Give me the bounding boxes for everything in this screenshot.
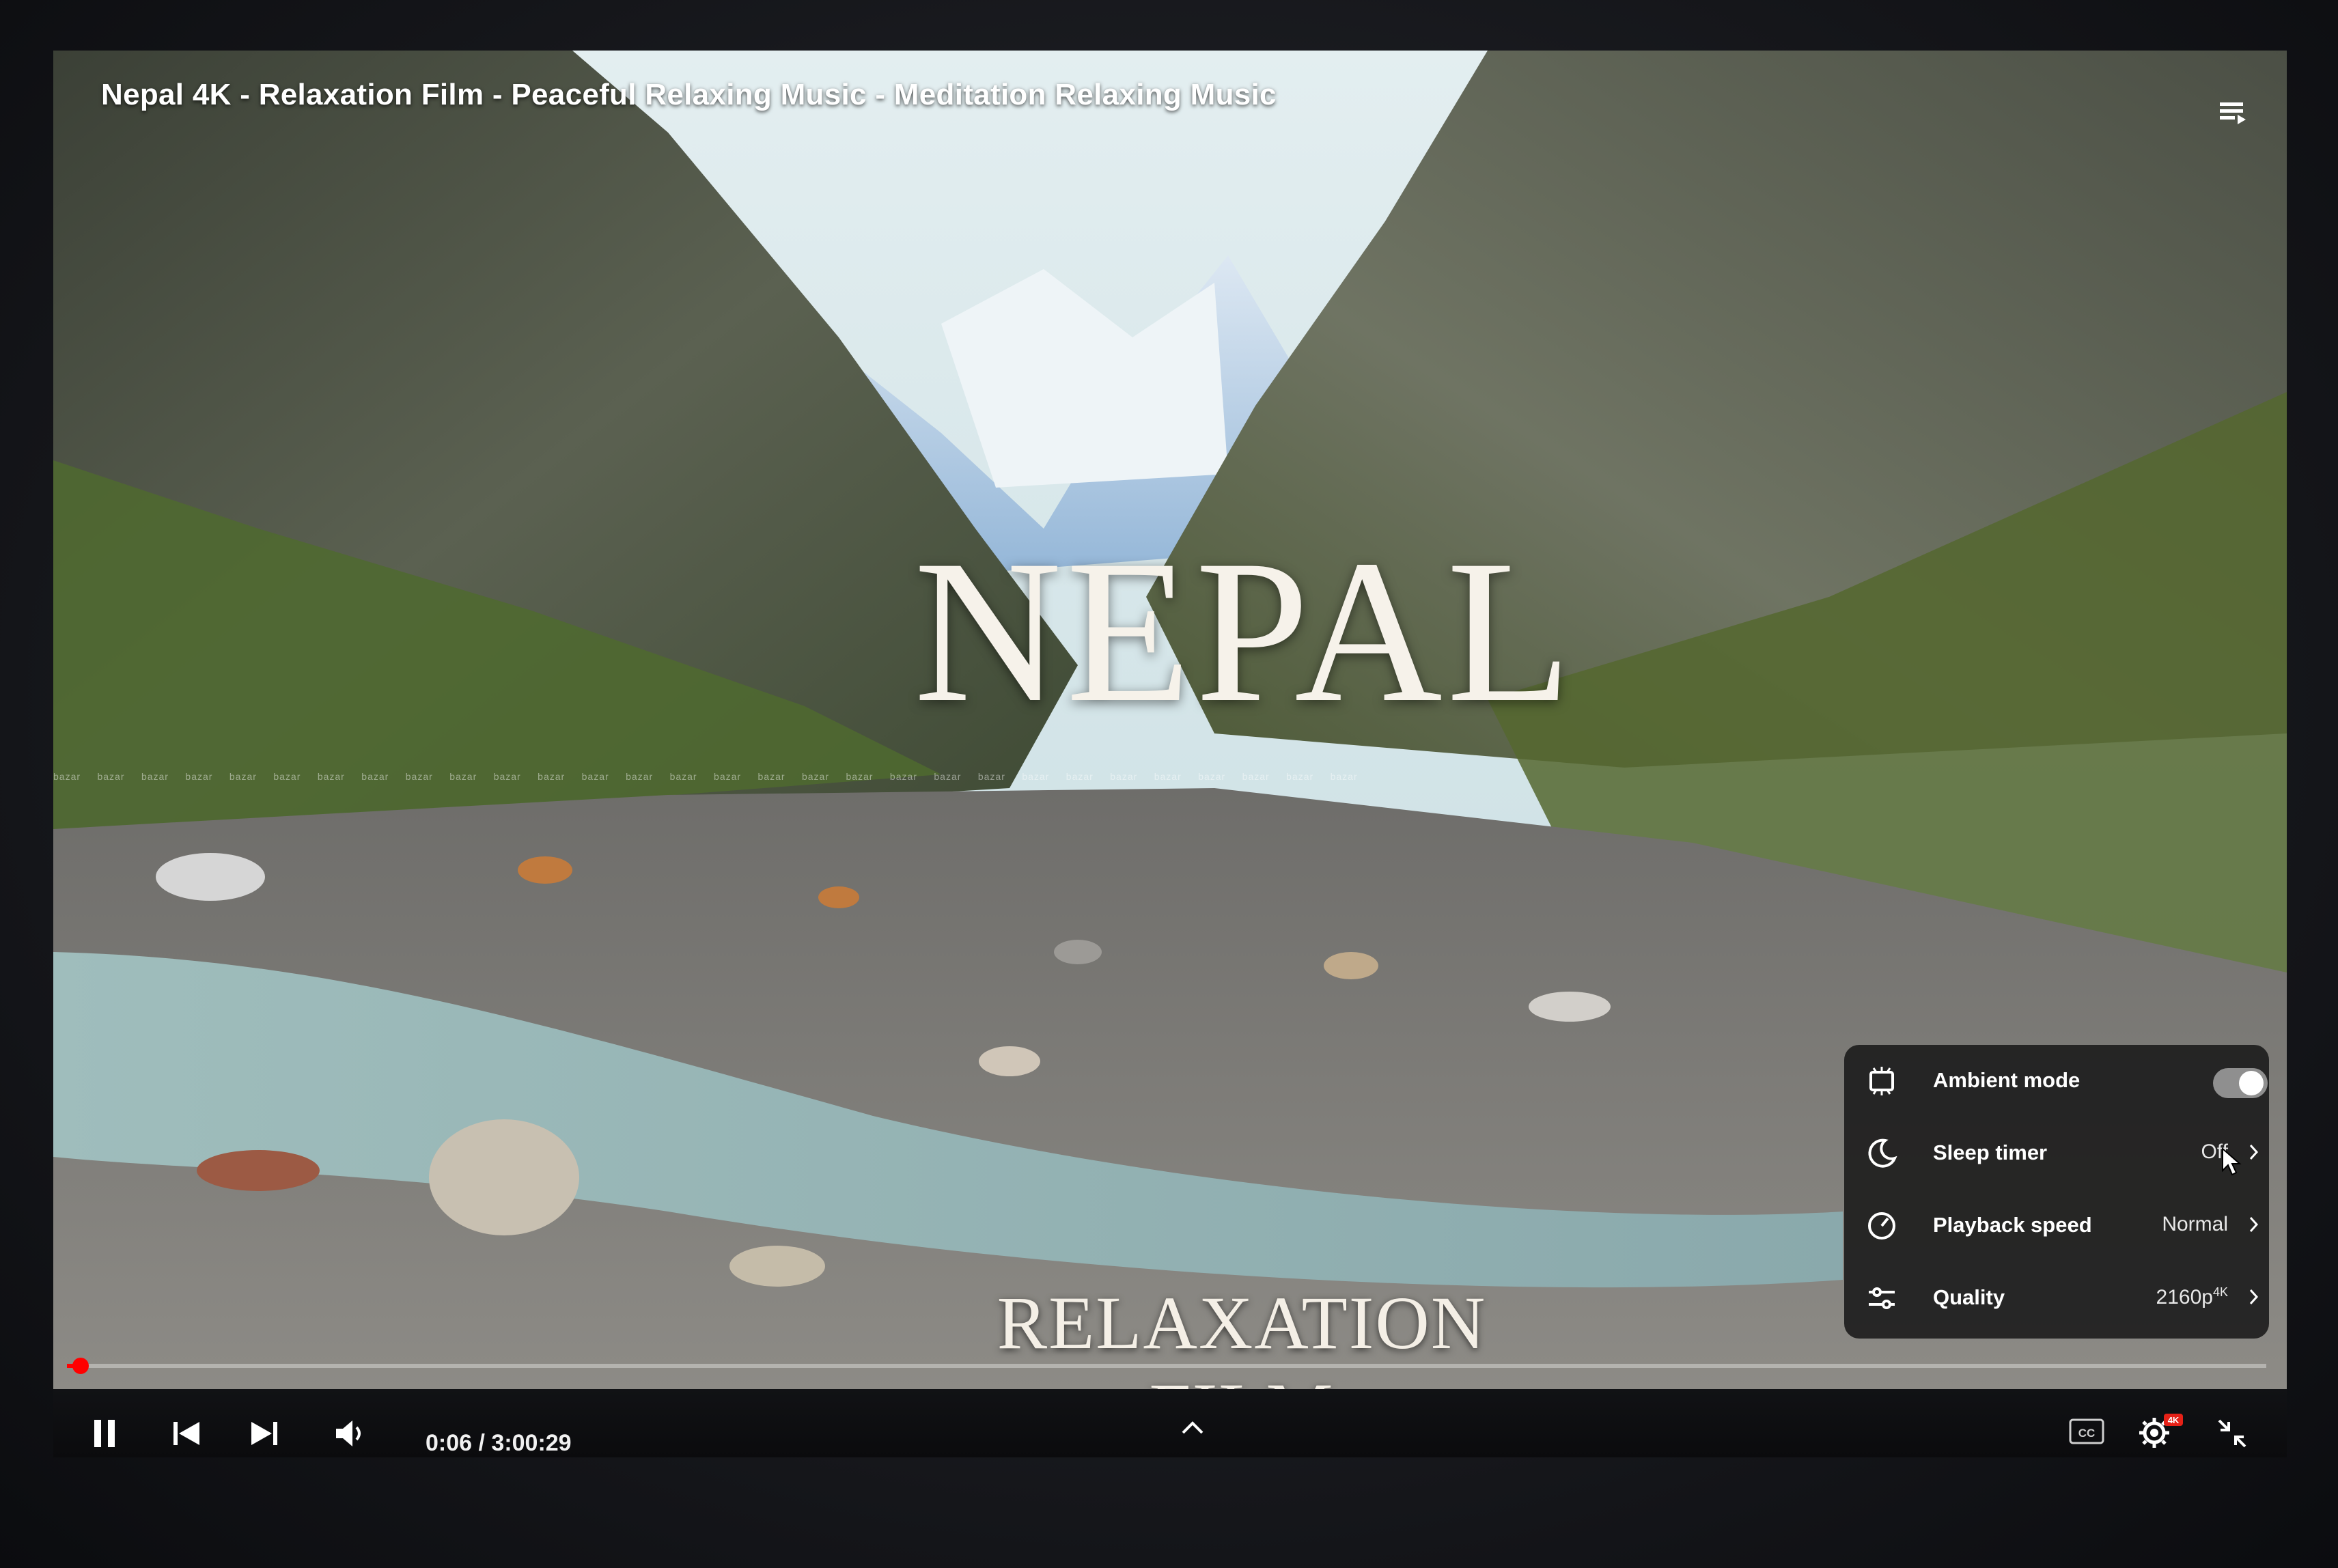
mouse-cursor-icon <box>2221 1147 2242 1181</box>
pause-icon <box>94 1420 115 1447</box>
exit-fullscreen-button[interactable] <box>2215 1416 2249 1454</box>
progress-scrubber[interactable] <box>72 1358 89 1374</box>
toggle-knob <box>2239 1071 2264 1095</box>
captions-icon: CC <box>2069 1418 2104 1444</box>
previous-icon <box>173 1422 199 1445</box>
video-player[interactable]: bazar bazar bazar bazar bazar bazar baza… <box>53 51 2287 1457</box>
pause-button[interactable] <box>90 1416 120 1454</box>
settings-menu: Ambient mode Sleep timer Off Playback sp… <box>1844 1045 2269 1339</box>
menu-item-ambient-mode[interactable]: Ambient mode <box>1844 1045 2269 1117</box>
exit-fullscreen-icon <box>2218 1419 2246 1448</box>
progress-bar[interactable] <box>67 1358 2266 1374</box>
settings-badge: 4K <box>2168 1415 2180 1425</box>
menu-item-value: 2160p4K <box>2156 1285 2228 1309</box>
quality-value: 2160p <box>2156 1286 2213 1308</box>
menu-item-label: Ambient mode <box>1933 1068 2080 1092</box>
settings-button[interactable]: 4K <box>2137 1411 2184 1455</box>
menu-item-label: Quality <box>1933 1285 2005 1309</box>
previous-button[interactable] <box>169 1416 204 1454</box>
control-bar <box>53 1389 2287 1457</box>
expand-button[interactable] <box>1178 1418 1208 1442</box>
watermark-strip: bazar bazar bazar bazar bazar bazar baza… <box>53 771 1358 782</box>
video-overlay-title: NEPAL <box>914 518 1576 744</box>
captions-button[interactable]: CC <box>2068 1416 2105 1450</box>
settings-gear-icon: 4K <box>2139 1414 2183 1448</box>
video-frame[interactable]: bazar bazar bazar bazar bazar bazar baza… <box>53 51 2287 1389</box>
chevron-up-icon <box>1182 1421 1203 1434</box>
time-display: 0:06 / 3:00:29 <box>426 1430 572 1456</box>
menu-item-label: Playback speed <box>1933 1213 2092 1237</box>
menu-item-playback-speed[interactable]: Playback speed Normal <box>1844 1190 2269 1262</box>
next-button[interactable] <box>247 1416 281 1454</box>
menu-item-label: Sleep timer <box>1933 1140 2048 1164</box>
video-overlay-subtitle: RELAXATION FILM <box>997 1281 1487 1389</box>
menu-item-value: Normal <box>2162 1213 2228 1235</box>
ambient-mode-toggle[interactable] <box>2213 1068 2268 1098</box>
volume-icon <box>336 1420 361 1446</box>
svg-text:CC: CC <box>2078 1427 2096 1440</box>
video-title[interactable]: Nepal 4K - Relaxation Film - Peaceful Re… <box>101 78 1277 112</box>
menu-item-quality[interactable]: Quality 2160p4K <box>1844 1262 2269 1334</box>
menu-item-sleep-timer[interactable]: Sleep timer Off <box>1844 1117 2269 1190</box>
volume-button[interactable] <box>333 1416 370 1454</box>
quality-badge: 4K <box>2212 1285 2228 1299</box>
next-icon <box>251 1422 277 1445</box>
